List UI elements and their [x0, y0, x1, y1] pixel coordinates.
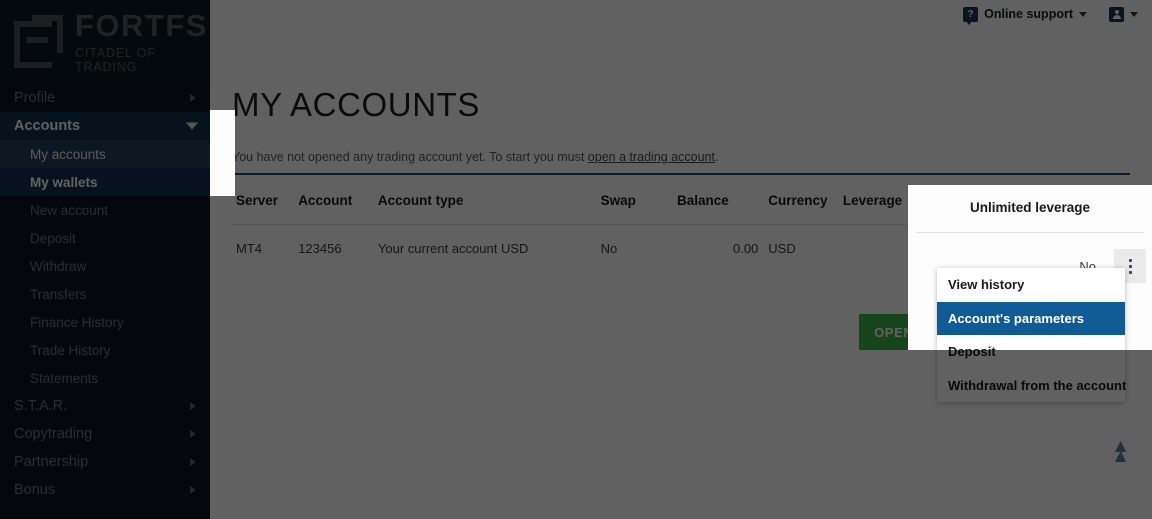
context-menu-item-view-history[interactable]: View history: [937, 268, 1125, 302]
brand-name: FORTFS: [75, 8, 208, 43]
notice-text: You have not opened any trading account …: [232, 150, 588, 164]
sidebar-item-label: My accounts: [30, 146, 106, 162]
sidebar-item-star[interactable]: S.T.A.R.: [0, 392, 210, 420]
sidebar-item-withdraw[interactable]: Withdraw: [0, 252, 210, 280]
sidebar-item-label: Finance History: [30, 314, 124, 330]
column-header-swap[interactable]: Swap: [601, 175, 677, 225]
context-menu-item-withdrawal[interactable]: Withdrawal from the account: [937, 369, 1126, 403]
top-header: ? Online support: [210, 0, 1152, 28]
online-support-label: Online support: [984, 7, 1073, 21]
sidebar-item-statements[interactable]: Statements: [0, 364, 210, 392]
sidebar-item-label: My wallets: [30, 174, 98, 190]
column-header-account[interactable]: Account: [298, 175, 378, 225]
chevron-right-icon: [190, 430, 196, 438]
sidebar-highlight-cutout: [210, 110, 235, 196]
chevron-right-icon: [190, 486, 196, 494]
page-title: MY ACCOUNTS: [232, 86, 481, 123]
column-header-account-type[interactable]: Account type: [378, 175, 601, 225]
chevron-right-icon: [190, 94, 196, 102]
chevron-down-icon: [186, 122, 198, 130]
fortfs-logo-icon: [14, 15, 64, 69]
sidebar-item-new-account[interactable]: New account: [0, 196, 210, 224]
sidebar-item-label: Bonus: [14, 482, 56, 498]
sidebar: FORTFS CITADEL OF TRADING Profile Accoun…: [0, 0, 210, 519]
context-menu-item-accounts-parameters[interactable]: Account's parameters: [937, 301, 1125, 335]
sidebar-item-label: S.T.A.R.: [14, 398, 68, 414]
brand-tagline: CITADEL OF TRADING: [75, 46, 156, 74]
sidebar-item-label: Transfers: [30, 286, 87, 302]
help-chat-icon: ?: [963, 6, 979, 25]
chevron-double-up-icon[interactable]: ▲ ▲: [1111, 437, 1130, 466]
sidebar-item-finance-history[interactable]: Finance History: [0, 308, 210, 336]
cell-server: MT4: [232, 224, 299, 274]
sidebar-item-label: Deposit: [30, 230, 76, 246]
app-root: FORTFS CITADEL OF TRADING Profile Accoun…: [0, 0, 1152, 519]
popover-title: Unlimited leverage: [969, 200, 1091, 215]
cell-account-type: Your current account USD: [377, 224, 601, 274]
online-support-button[interactable]: ? Online support: [963, 6, 1087, 25]
column-header-server[interactable]: Server: [232, 175, 298, 225]
user-avatar-icon: [1109, 6, 1124, 22]
chevron-down-icon: [1130, 11, 1138, 17]
sidebar-item-accounts[interactable]: Accounts: [0, 112, 210, 140]
sidebar-item-label: Profile: [14, 90, 56, 106]
no-account-notice: You have not opened any trading account …: [232, 150, 1130, 164]
sidebar-item-my-wallets[interactable]: My wallets: [0, 168, 210, 196]
sidebar-item-label: Statements: [30, 370, 99, 386]
sidebar-item-label: Copytrading: [14, 426, 93, 442]
brand-logo[interactable]: FORTFS CITADEL OF TRADING: [0, 0, 210, 84]
cell-balance: 0.00: [676, 224, 759, 274]
row-context-menu: View history Account's parameters Deposi…: [937, 268, 1126, 403]
cell-swap: No: [600, 224, 677, 274]
open-trading-account-link[interactable]: open a trading account: [588, 150, 715, 164]
sidebar-item-label: Withdraw: [30, 258, 87, 274]
sidebar-item-label: Trade History: [30, 342, 111, 358]
brand-text: FORTFS CITADEL OF TRADING: [75, 10, 210, 74]
sidebar-item-copytrading[interactable]: Copytrading: [0, 420, 210, 448]
cell-account: 123456: [298, 224, 378, 274]
user-account-button[interactable]: [1109, 6, 1138, 22]
sidebar-item-trade-history[interactable]: Trade History: [0, 336, 210, 364]
sidebar-item-label: Partnership: [14, 454, 89, 470]
sidebar-nav: Profile Accounts My accounts My wallets …: [0, 84, 210, 504]
sidebar-item-label: New account: [30, 202, 109, 218]
cell-currency: USD: [758, 224, 843, 274]
sidebar-item-deposit[interactable]: Deposit: [0, 224, 210, 252]
sidebar-item-transfers[interactable]: Transfers: [0, 280, 210, 308]
chevron-down-icon: [1079, 11, 1087, 17]
sidebar-item-profile[interactable]: Profile: [0, 84, 210, 112]
context-menu-item-deposit[interactable]: Deposit: [937, 335, 1125, 369]
sidebar-item-my-accounts[interactable]: My accounts: [0, 140, 210, 168]
column-header-balance[interactable]: Balance: [677, 175, 758, 225]
notice-tail: .: [714, 150, 719, 164]
chevron-right-icon: [190, 458, 196, 466]
sidebar-item-partnership[interactable]: Partnership: [0, 448, 210, 476]
sidebar-item-bonus[interactable]: Bonus: [0, 476, 210, 504]
sidebar-item-label: Accounts: [14, 118, 81, 134]
chevron-right-icon: [190, 402, 196, 410]
column-header-currency[interactable]: Currency: [758, 175, 843, 225]
